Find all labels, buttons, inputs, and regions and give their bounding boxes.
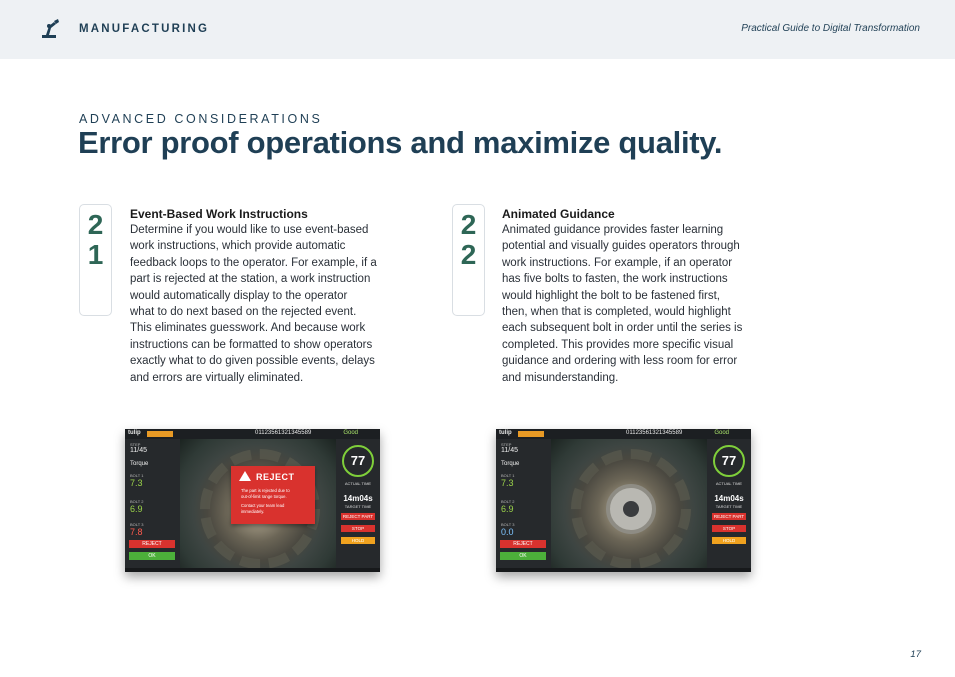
feature-body-line: completed. This provides more specific v…: [502, 338, 734, 351]
feature-body-line: exactly what to do given possible events…: [130, 355, 375, 368]
feature-body-line: This eliminates guesswork. And because w…: [130, 322, 366, 335]
feature-body-line: feedback loops to the operator. For exam…: [130, 256, 377, 269]
reject-button[interactable]: REJECT: [500, 540, 546, 548]
bolt-value: 7.3: [501, 478, 514, 488]
feature-body-line: work instructions. For example, if an op…: [502, 256, 733, 269]
feature-number-digit: 1: [87, 239, 104, 270]
feature-number-digit: 2: [460, 239, 477, 270]
feature-body: Determine if you would like to use event…: [130, 222, 390, 386]
cycle-dial: 77: [342, 445, 374, 477]
target-time-label: TARGET TIME: [344, 504, 372, 509]
left-panel: STEP 11/45 Torque BOLT 1 7.3 BOLT 2 6.9 …: [125, 439, 180, 568]
ok-button[interactable]: OK: [500, 552, 546, 560]
brand-label: MANUFACTURING: [79, 23, 210, 35]
app-tag: [147, 431, 173, 437]
hold-button[interactable]: HOLD: [341, 537, 375, 544]
feature-body-line: instructions can be formatted to show op…: [130, 338, 373, 351]
bolt-value: 7.8: [130, 527, 143, 537]
cycle-dial: 77: [713, 445, 745, 477]
feature-body: Animated guidance provides faster learni…: [502, 222, 762, 386]
step-value: 11/45: [130, 447, 147, 454]
feature-number-digit: 2: [87, 209, 104, 240]
reject-popup[interactable]: REJECT The part is rejected due to out-o…: [231, 466, 315, 524]
right-panel: 77 ACTUAL TIME 14m04s TARGET TIME REJECT…: [707, 439, 751, 568]
step-value: 11/45: [501, 447, 518, 454]
feature-body-line: guidance and ordering with less room for…: [502, 355, 738, 368]
hub-hole: [623, 501, 639, 517]
feature-body-line: part is rejected at the station, a work …: [130, 273, 371, 286]
feature-title: Animated Guidance: [502, 207, 615, 221]
section-eyebrow: ADVANCED CONSIDERATIONS: [79, 112, 323, 126]
app-tag: [518, 431, 544, 437]
reject-popup-message: The part is rejected due to out-of-limit…: [241, 488, 307, 515]
reject-button[interactable]: REJECT: [129, 540, 175, 548]
feature-number-badge: 2 1: [79, 204, 112, 316]
serial-number: 01123561321345589: [255, 430, 312, 436]
target-time-value: 14m04s: [343, 494, 373, 503]
feature-body-line: then, when that is completed, would high…: [502, 306, 731, 319]
app-screenshot-reject: tulip 01123561321345589 Good STEP 11/45 …: [125, 429, 380, 572]
hold-button[interactable]: HOLD: [712, 537, 746, 544]
description-value: Torque: [501, 461, 520, 467]
status-label: Good: [343, 430, 358, 436]
bolt-value: 6.9: [130, 504, 143, 514]
serial-number: 01123561321345589: [626, 430, 683, 436]
reject-part-button[interactable]: REJECT PART: [341, 513, 375, 520]
actual-time-label: ACTUAL TIME: [715, 481, 743, 486]
app-footer: [496, 568, 751, 572]
bolt-value: 6.9: [501, 504, 514, 514]
feature-body-line: what to do next based on the rejected ev…: [130, 306, 357, 319]
feature-body-line: and misunderstanding.: [502, 371, 619, 384]
feature-body-line: and errors are virtually eliminated.: [130, 371, 304, 384]
feature-body-line: potential and visually guides operators …: [502, 240, 740, 253]
app-top-bar: tulip 01123561321345589 Good: [125, 429, 380, 439]
feature-body-line: has five bolts to fasten, the work instr…: [502, 273, 728, 286]
guide-title: Practical Guide to Digital Transformatio…: [741, 23, 920, 34]
left-panel: STEP 11/45 Torque BOLT 1 7.3 BOLT 2 6.9 …: [496, 439, 551, 568]
popup-line: immediately.: [241, 509, 265, 514]
feature-body-line: Determine if you would like to use event…: [130, 224, 369, 236]
right-panel: 77 ACTUAL TIME 14m04s TARGET TIME REJECT…: [336, 439, 380, 568]
warning-icon: [239, 471, 251, 481]
page-title: Error proof operations and maximize qual…: [78, 125, 723, 160]
stop-button[interactable]: STOP: [712, 525, 746, 532]
actual-time-label: ACTUAL TIME: [344, 481, 372, 486]
feature-number-badge: 2 2: [452, 204, 485, 316]
page-number: 17: [910, 649, 921, 660]
stop-button[interactable]: STOP: [341, 525, 375, 532]
description-value: Torque: [130, 461, 149, 467]
header-bar: MANUFACTURING Practical Guide to Digital…: [0, 0, 955, 59]
feature-number-digit: 2: [460, 209, 477, 240]
target-time-label: TARGET TIME: [715, 504, 743, 509]
feature-body-line: Animated guidance provides faster learni…: [502, 224, 724, 236]
status-label: Good: [714, 430, 729, 436]
feature-body-line: would highlight the bolt to be fastened …: [502, 289, 721, 302]
ok-button[interactable]: OK: [129, 552, 175, 560]
bolt-value: 0.0: [501, 527, 514, 537]
app-logo: tulip: [499, 430, 512, 436]
feature-body-line: would automatically display to the opera…: [130, 289, 348, 302]
app-logo: tulip: [128, 430, 141, 436]
app-screenshot-guidance: tulip 01123561321345589 Good STEP 11/45 …: [496, 429, 751, 572]
app-footer: [125, 568, 380, 572]
bolt-value: 7.3: [130, 478, 143, 488]
feature-body-line: work instructions, which provide automat…: [130, 240, 346, 253]
robot-arm-icon: [42, 19, 59, 38]
gear-photo: [551, 439, 707, 569]
app-top-bar: tulip 01123561321345589 Good: [496, 429, 751, 439]
feature-body-line: each subsequent bolt in order until the …: [502, 322, 743, 335]
target-time-value: 14m04s: [714, 494, 744, 503]
feature-title: Event-Based Work Instructions: [130, 207, 308, 221]
reject-part-button[interactable]: REJECT PART: [712, 513, 746, 520]
reject-popup-title: REJECT: [256, 472, 295, 482]
